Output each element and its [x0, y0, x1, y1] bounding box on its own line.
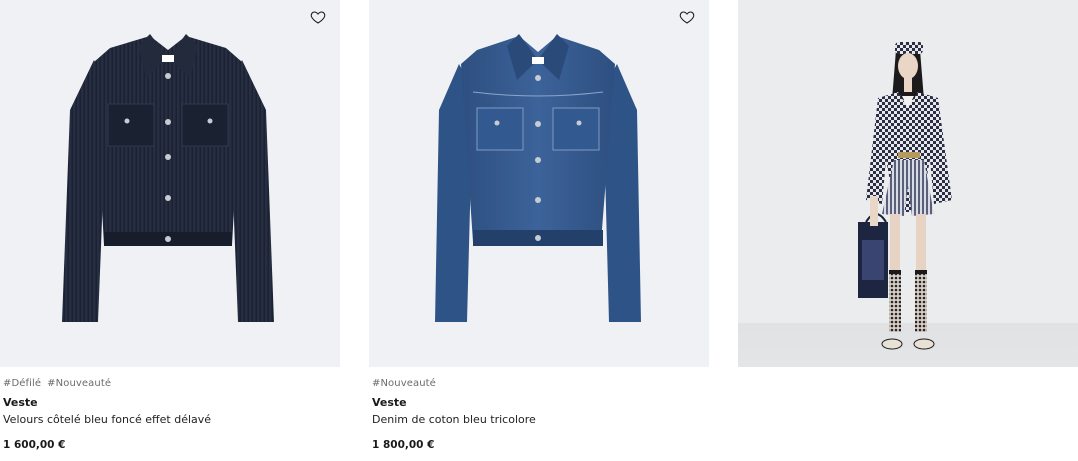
- heart-outline-icon: [310, 9, 328, 25]
- product-description[interactable]: Velours côtelé bleu foncé effet délavé: [0, 413, 340, 426]
- product-price: 1 600,00 €: [3, 439, 66, 451]
- product-grid: #Défilé #Nouveauté Veste Velours côtelé b…: [0, 0, 1078, 461]
- tag[interactable]: #Nouveauté: [47, 378, 111, 389]
- editorial-image[interactable]: [738, 0, 1078, 367]
- editorial-card[interactable]: [738, 0, 1078, 367]
- product-title[interactable]: Veste: [369, 396, 709, 409]
- add-to-wishlist-button[interactable]: [679, 9, 697, 27]
- product-card[interactable]: #Défilé #Nouveauté Veste Velours côtelé b…: [0, 0, 340, 451]
- product-price: 1 800,00 €: [372, 439, 435, 451]
- product-image[interactable]: [369, 0, 709, 367]
- tag[interactable]: #Nouveauté: [372, 378, 436, 389]
- product-title[interactable]: Veste: [0, 396, 340, 409]
- product-image[interactable]: [0, 0, 340, 367]
- heart-outline-icon: [679, 9, 697, 25]
- add-to-wishlist-button[interactable]: [310, 9, 328, 27]
- product-description[interactable]: Denim de coton bleu tricolore: [369, 413, 709, 426]
- product-card[interactable]: #Nouveauté Veste Denim de coton bleu tri…: [369, 0, 709, 451]
- product-tags: #Nouveauté: [369, 378, 709, 392]
- tag[interactable]: #Défilé: [3, 378, 41, 389]
- corduroy-jacket-illustration: [62, 34, 274, 322]
- model-illustration: [858, 42, 952, 350]
- denim-jacket-illustration: [435, 34, 641, 322]
- product-tags: #Défilé #Nouveauté: [0, 378, 340, 392]
